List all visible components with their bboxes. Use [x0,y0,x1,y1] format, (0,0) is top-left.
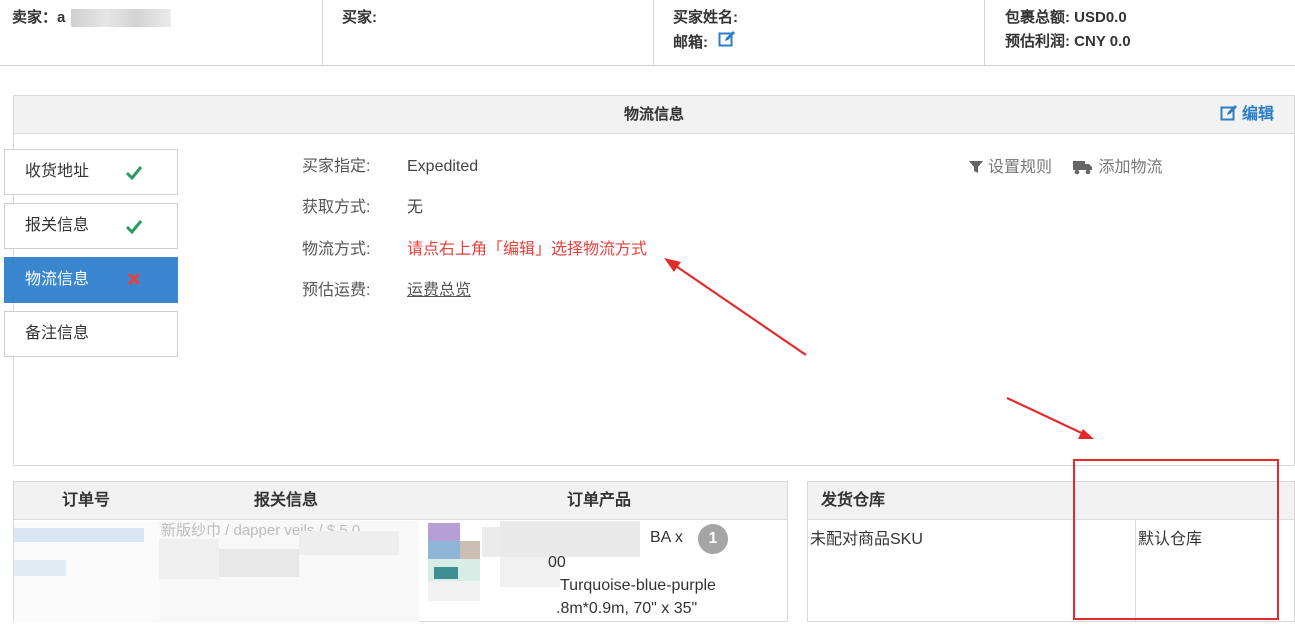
shipping-method-warning: 请点右上角「编辑」选择物流方式 [407,241,648,258]
tab-shipping-address[interactable]: 收货地址 [4,149,178,195]
package-total: 包裹总额: USD0.0 [1005,9,1127,26]
logistics-tools: 设置规则 添加物流 [968,156,1178,180]
seller-name-redacted [71,9,172,28]
col-order-product: 订单产品 [567,492,632,509]
divider [984,0,985,66]
estimated-profit: 预估利润: CNY 0.0 [1005,33,1131,50]
tab-logistics-info[interactable]: 物流信息 [4,257,178,303]
col-shipping-warehouse: 发货仓库 [821,492,886,509]
customs-info-redacted: 新版纱巾 / dapper veils / $ 5.0 [159,521,419,622]
shipping-fee-overview-link[interactable]: 运费总览 [407,282,471,299]
divider [653,0,654,66]
filter-icon [969,161,983,173]
tab-label: 报关信息 [25,217,90,234]
seller-column: 卖家：a [0,0,322,66]
buyer-specified-label: 买家指定: [302,158,371,175]
buyer-name-label: 买家姓名: [673,9,738,26]
buyer-label: 买家: [342,9,377,26]
set-rules-label: 设置规则 [988,159,1053,176]
acquire-method-row: 获取方式: 无 [302,196,423,220]
highlight-box [1073,459,1279,620]
order-number-redacted [14,522,159,622]
totals-column: 包裹总额: USD0.0 预估利润: CNY 0.0 [993,0,1293,66]
edit-icon [1220,105,1237,121]
set-rules-button[interactable]: 设置规则 [968,159,1056,176]
tab-label: 备注信息 [25,325,90,342]
acquire-method-value: 无 [407,199,424,216]
product-size-text: .8m*0.9m, 70" x 35" [556,600,698,617]
add-logistics-button[interactable]: 添加物流 [1072,159,1162,176]
buyer-specified-value: Expedited [407,158,479,175]
divider [322,0,323,66]
add-logistics-label: 添加物流 [1098,159,1163,176]
truck-icon [1073,161,1093,175]
edit-logistics-button[interactable]: 编辑 [1220,96,1274,134]
tab-customs-info[interactable]: 报关信息 [4,203,178,249]
product-variant-text: Turquoise-blue-purple [560,577,716,594]
acquire-method-label: 获取方式: [302,199,371,216]
tab-label: 收货地址 [25,163,90,180]
shipping-method-row: 物流方式: 请点右上角「编辑」选择物流方式 [302,238,647,262]
product-price-text: 00 [548,554,566,571]
col-order-no: 订单号 [62,492,111,509]
order-table-header: 订单号 报关信息 订单产品 [14,482,787,520]
buyer-contact-column: 买家姓名: 邮箱: [661,0,984,66]
order-summary-bar: 卖家：a 买家: 买家姓名: 邮箱: 包裹总额: USD0.0 预估利润: CN… [0,0,1295,66]
email-label: 邮箱: [673,33,708,51]
estimated-fee-row: 预估运费: 运费总览 [302,279,471,303]
tab-remarks[interactable]: 备注信息 [4,311,178,357]
edit-email-icon[interactable] [718,30,736,56]
quantity-badge: 1 [698,524,728,554]
logistics-panel-header: 物流信息 编辑 [14,96,1294,134]
estimated-fee-label: 预估运费: [302,282,371,299]
panel-title: 物流信息 [623,106,684,123]
unmatched-sku-label: 未配对商品SKU [810,531,923,548]
product-title-redacted [500,521,640,557]
edit-button-label: 编辑 [1241,106,1274,123]
shipping-method-label: 物流方式: [302,241,371,258]
col-customs-info: 报关信息 [254,492,319,509]
buyer-column: 买家: [330,0,653,66]
buyer-specified-row: 买家指定: Expedited [302,155,478,179]
tab-label: 物流信息 [25,271,90,288]
logistics-panel: 物流信息 编辑 [13,95,1295,466]
product-sku-text: BA x [650,529,683,546]
seller-label: 卖家：a [12,9,66,26]
